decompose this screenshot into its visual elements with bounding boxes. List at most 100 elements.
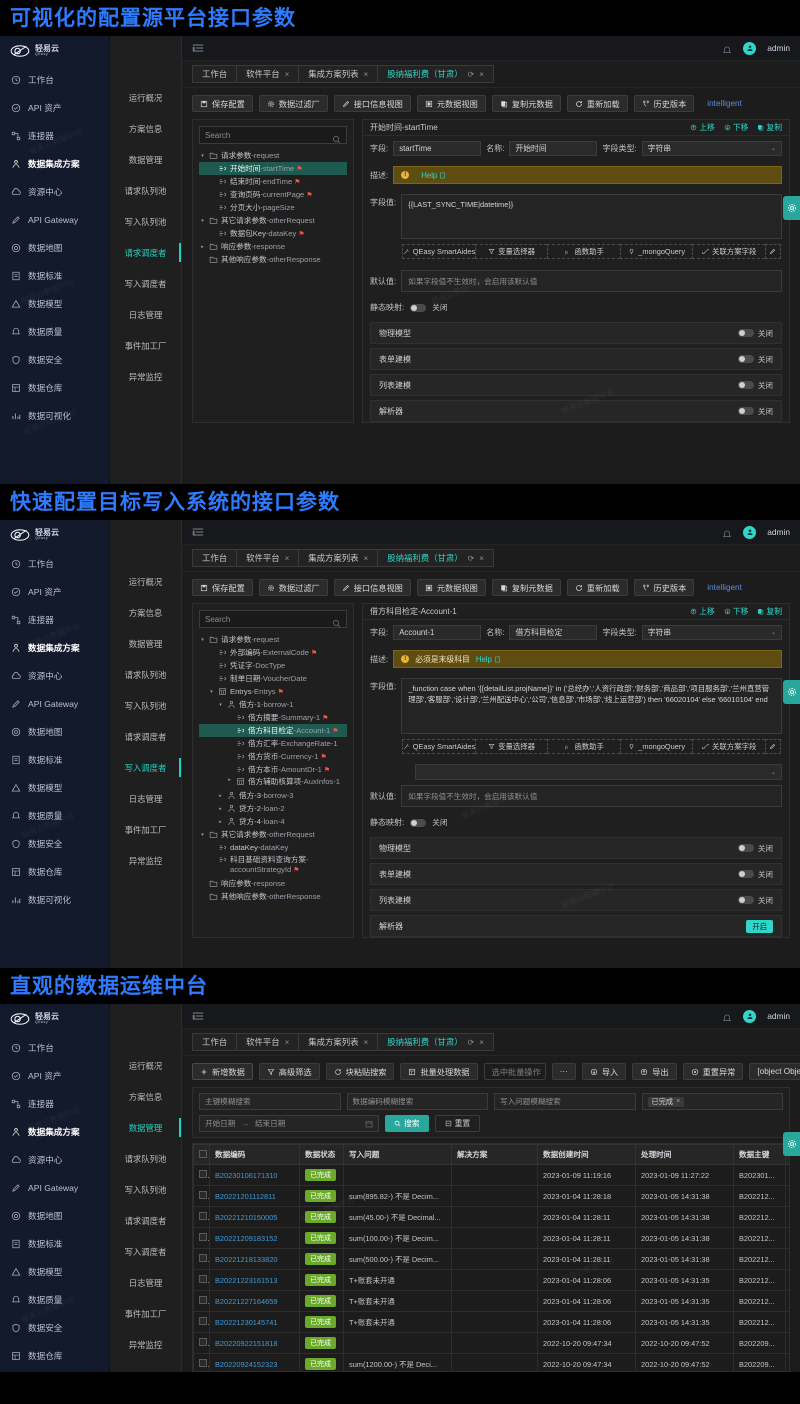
tree-node-8[interactable]: 其他响应参数-otherResponse <box>199 253 347 266</box>
column-header-4[interactable]: 解决方案 <box>451 1144 538 1165</box>
value-helper-1[interactable]: 变量选择器 <box>474 244 548 259</box>
tab-0[interactable]: 工作台 <box>192 1033 237 1051</box>
section-物理模型[interactable]: 物理模型 关闭 <box>370 322 782 344</box>
pk-search-input[interactable]: 主键模糊搜索 <box>199 1093 341 1110</box>
date-range-picker[interactable]: 开始日期 → 结束日期 <box>199 1115 379 1132</box>
tree-node-4[interactable]: ▾ Entrys-Entrys ⚑ <box>199 685 347 698</box>
column-header-3[interactable]: 写入问题 <box>343 1144 452 1165</box>
form-action-上移[interactable]: 上移 <box>690 606 715 617</box>
tab-close-icon[interactable]: × <box>479 1038 484 1047</box>
table-row[interactable]: B20221201112811 已完成 sum(895.82-) 不是 Decim.… <box>193 1185 789 1207</box>
sidebar-item-10[interactable]: 数据安全 <box>0 830 109 858</box>
value-helper-0[interactable]: QEasy SmartAides <box>402 244 475 259</box>
section-物理模型[interactable]: 物理模型 关闭 <box>370 837 782 859</box>
tree-caret-icon[interactable]: ▸ <box>217 793 224 799</box>
help-link[interactable]: Help <box>476 655 501 664</box>
tab-1[interactable]: 软件平台 × <box>236 549 299 567</box>
fieldvalue-editor[interactable]: {{LAST_SYNC_TIME|datetime}} <box>401 194 782 239</box>
menu-collapse-icon[interactable] <box>192 42 204 54</box>
column-header-2[interactable]: 数据状态 <box>299 1144 344 1165</box>
tab-close-icon[interactable]: × <box>285 554 290 563</box>
import-button[interactable]: 导入 <box>581 1063 627 1080</box>
tab-refresh-icon[interactable]: ⟳ <box>468 554 475 563</box>
section-toggle[interactable] <box>737 870 754 878</box>
section-toggle[interactable] <box>737 381 754 389</box>
fieldvalue-editor[interactable]: _function case when '{{detailList.projNa… <box>401 678 782 734</box>
form-action-上移[interactable]: 上移 <box>690 122 715 133</box>
intelligent-label[interactable]: intelligent <box>700 579 749 596</box>
table-row[interactable]: B20221223161513 已完成 T+账套未开通 2023-01-04 11:2… <box>193 1269 789 1291</box>
tab-refresh-icon[interactable]: ⟳ <box>468 1038 475 1047</box>
value-helper-overflow[interactable] <box>764 244 781 259</box>
sidebar-item-7[interactable]: 数据标准 <box>0 1230 109 1258</box>
sidebar-item-1[interactable]: API 资产 <box>0 94 109 122</box>
tree-node-19[interactable]: 其他响应参数-otherResponse <box>199 890 347 903</box>
tree-node-12[interactable]: ▸ 借方-3-borrow-3 <box>199 789 347 802</box>
sidebar-item-11[interactable]: 数据仓库 <box>0 1342 109 1370</box>
row-checkbox[interactable] <box>199 1191 207 1199</box>
toolbar-button-6[interactable]: 历史版本 <box>633 95 695 112</box>
sidebar-item-1[interactable]: API 资产 <box>0 1062 109 1090</box>
name-input[interactable]: 借方科目检定 <box>509 625 598 640</box>
settings-gear-tab[interactable] <box>783 196 800 220</box>
value-helper-2[interactable]: fx 函数助手 <box>547 739 620 754</box>
tab-3[interactable]: 股纳福利费（甘肃） ⟳ × <box>377 549 494 567</box>
tree-caret-icon[interactable]: ▾ <box>199 832 206 838</box>
cell-code[interactable]: B20221223161513 <box>209 1269 300 1291</box>
tab-close-icon[interactable]: × <box>364 70 369 79</box>
sidebar-item-3[interactable]: 数据集成方案 <box>0 150 109 178</box>
sidebar-item-12[interactable]: 数据可视化 <box>0 402 109 430</box>
settings-gear-tab[interactable] <box>783 680 800 704</box>
table-row[interactable]: B20230106171310 已完成 2023-01-09 11:19:16 202… <box>193 1164 789 1186</box>
intelligent-label[interactable]: intelligent <box>700 95 749 112</box>
submenu-item-写入队列池[interactable]: 写入队列池 <box>110 690 181 721</box>
bulk-action-select[interactable]: 选中批量操作 <box>483 1063 546 1080</box>
export-button[interactable]: 导出 <box>632 1063 677 1080</box>
tree-node-1[interactable]: 外部编码-ExternalCode ⚑ <box>199 646 347 659</box>
sidebar-item-7[interactable]: 数据标准 <box>0 746 109 774</box>
tree-caret-icon[interactable]: ▸ <box>226 777 233 784</box>
toolbar-button-1[interactable]: 数据过滤厂 <box>258 579 328 596</box>
field-input[interactable]: Account-1 <box>393 625 482 640</box>
toolbar-button-6[interactable]: 历史版本 <box>633 579 695 596</box>
sidebar-item-5[interactable]: API Gateway <box>0 206 109 234</box>
submenu-item-写入队列池[interactable]: 写入队列池 <box>110 206 181 237</box>
cell-code[interactable]: B20221218133820 <box>209 1248 300 1270</box>
tree-caret-icon[interactable]: ▾ <box>217 702 224 708</box>
sidebar-item-0[interactable]: 工作台 <box>0 550 109 578</box>
tree-node-11[interactable]: ▸ 借方辅助核算项-AuxInfos-1 <box>199 776 347 789</box>
submenu-item-写入调度者[interactable]: 写入调度者 <box>110 268 181 299</box>
sidebar-item-2[interactable]: 连接器 <box>0 606 109 634</box>
submenu-item-数据管理[interactable]: 数据管理 <box>110 144 181 175</box>
search-input[interactable] <box>205 130 332 140</box>
tab-close-icon[interactable]: × <box>285 1038 290 1047</box>
table-row[interactable]: B20221230145741 已完成 T+账套未开通 2023-01-04 11:2… <box>193 1311 789 1333</box>
section-列表建模[interactable]: 列表建模 关闭 <box>370 889 782 911</box>
help-link[interactable]: Help <box>421 171 446 180</box>
tree-node-14[interactable]: ▸ 贷方-4-loan-4 <box>199 815 347 828</box>
value-helper-2[interactable]: fx 函数助手 <box>547 244 620 259</box>
tab-3[interactable]: 股纳福利费（甘肃） ⟳ × <box>377 1033 494 1051</box>
tree-caret-icon[interactable]: ▾ <box>208 689 215 695</box>
avatar[interactable] <box>743 1009 757 1023</box>
table-toolbar-button-1[interactable]: 高级筛选 <box>258 1063 320 1080</box>
sidebar-item-0[interactable]: 工作台 <box>0 1034 109 1062</box>
close-icon[interactable]: × <box>676 1098 680 1105</box>
section-toggle[interactable] <box>737 844 754 852</box>
select-all-checkbox[interactable] <box>199 1149 207 1158</box>
submenu-item-事件加工厂[interactable]: 事件加工厂 <box>110 1298 181 1329</box>
sidebar-item-12[interactable]: 数据可视化 <box>0 886 109 914</box>
type-select[interactable]: 字符串 ⌄ <box>641 141 782 156</box>
submenu-item-数据管理[interactable]: 数据管理 <box>110 628 181 659</box>
tree-node-7[interactable]: 借方科目检定-Account-1 ⚑ <box>199 724 347 737</box>
submenu-item-日志管理[interactable]: 日志管理 <box>110 783 181 814</box>
search-input[interactable] <box>205 614 332 624</box>
row-checkbox[interactable] <box>199 1254 207 1262</box>
tab-close-icon[interactable]: × <box>479 554 484 563</box>
tree-node-6[interactable]: 数据包Key-dataKey ⚑ <box>199 227 347 240</box>
sidebar-item-11[interactable]: 数据仓库 <box>0 374 109 402</box>
more-actions-button[interactable]: ··· <box>551 1063 576 1080</box>
bell-icon[interactable] <box>722 43 732 54</box>
tree-caret-icon[interactable]: ▾ <box>199 637 206 643</box>
sidebar-item-6[interactable]: 数据地图 <box>0 718 109 746</box>
